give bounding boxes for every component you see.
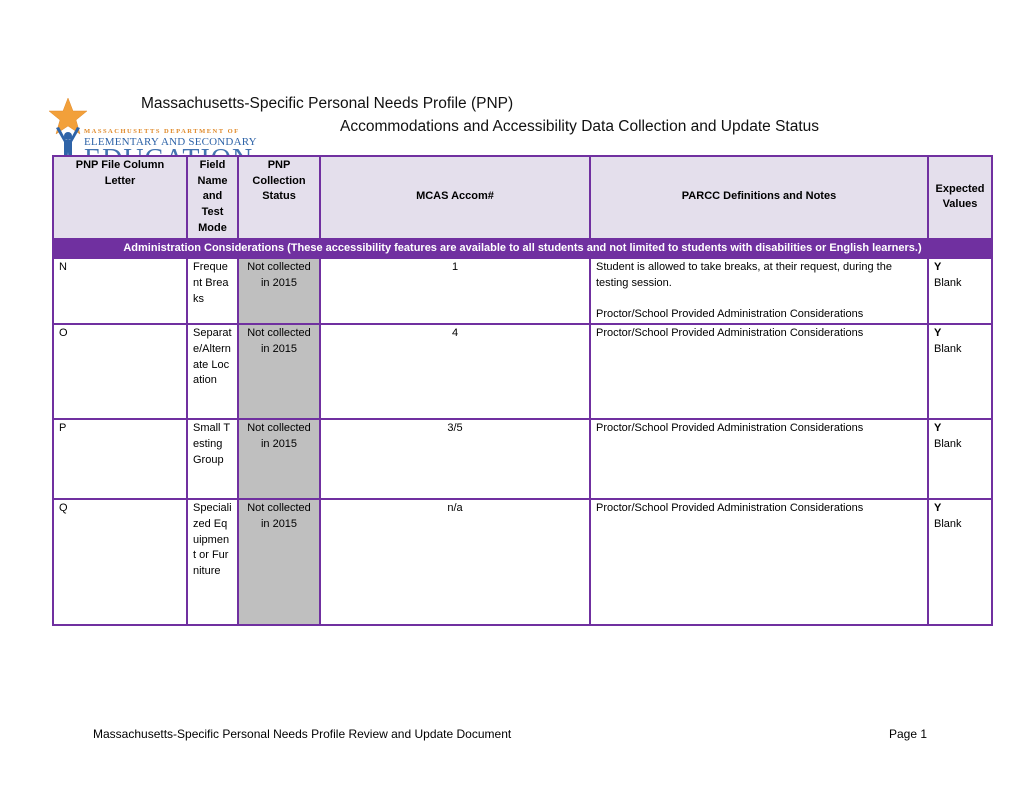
- cell-letter: O: [52, 323, 188, 421]
- cell-letter: N: [52, 257, 188, 326]
- col-header-status: PNP Collection Status: [237, 155, 321, 240]
- parcc-note: Proctor/School Provided Administration C…: [596, 307, 864, 320]
- col-header-letter: PNP File Column Letter: [52, 155, 188, 240]
- col-header-parcc: PARCC Definitions and Notes: [589, 155, 929, 240]
- document-subtitle: Accommodations and Accessibility Data Co…: [340, 118, 820, 135]
- cell-field: Specialized Equipment or Furniture: [186, 498, 239, 627]
- section-row: Administration Considerations (These acc…: [52, 237, 993, 260]
- expected-blank: Blank: [934, 343, 962, 356]
- cell-field: Separate/Alternate Location: [186, 323, 239, 421]
- cell-expected: Y Blank: [927, 257, 993, 326]
- table-row: O Separate/Alternate Location Not collec…: [52, 323, 993, 421]
- expected-y: Y: [934, 422, 942, 435]
- cell-status: Not collected in 2015: [237, 323, 321, 421]
- cell-status: Not collected in 2015: [237, 257, 321, 326]
- col-header-expected: Expected Values: [927, 155, 993, 240]
- expected-y: Y: [934, 327, 942, 340]
- section-title: Administration Considerations (These acc…: [52, 237, 993, 260]
- cell-letter: Q: [52, 498, 188, 627]
- table-row: N Frequent Breaks Not collected in 2015 …: [52, 257, 993, 326]
- cell-parcc: Proctor/School Provided Administration C…: [589, 498, 929, 627]
- cell-parcc: Student is allowed to take breaks, at th…: [589, 257, 929, 326]
- footer-document-name: Massachusetts-Specific Personal Needs Pr…: [93, 727, 512, 741]
- cell-mcas: 3/5: [319, 418, 591, 501]
- cell-field: Small Testing Group: [186, 418, 239, 501]
- cell-letter: P: [52, 418, 188, 501]
- cell-status: Not collected in 2015: [237, 418, 321, 501]
- footer-page-number: Page 1: [889, 727, 928, 741]
- cell-mcas: n/a: [319, 498, 591, 627]
- expected-blank: Blank: [934, 438, 962, 451]
- cell-parcc: Proctor/School Provided Administration C…: [589, 418, 929, 501]
- cell-parcc: Proctor/School Provided Administration C…: [589, 323, 929, 421]
- header-row: PNP File Column Letter Field Name and Te…: [52, 155, 993, 240]
- parcc-definition: Student is allowed to take breaks, at th…: [596, 261, 892, 289]
- cell-expected: Y Blank: [927, 498, 993, 627]
- pnp-table: PNP File Column Letter Field Name and Te…: [52, 155, 993, 627]
- col-header-field: Field Name and Test Mode: [186, 155, 239, 240]
- table-row: P Small Testing Group Not collected in 2…: [52, 418, 993, 501]
- cell-mcas: 4: [319, 323, 591, 421]
- expected-blank: Blank: [934, 276, 962, 289]
- cell-mcas: 1: [319, 257, 591, 326]
- expected-y: Y: [934, 261, 942, 274]
- expected-blank: Blank: [934, 518, 962, 531]
- cell-field: Frequent Breaks: [186, 257, 239, 326]
- col-header-mcas: MCAS Accom#: [319, 155, 591, 240]
- cell-status: Not collected in 2015: [237, 498, 321, 627]
- cell-expected: Y Blank: [927, 323, 993, 421]
- logo-line-1: MASSACHUSETTS DEPARTMENT OF: [84, 128, 240, 135]
- cell-expected: Y Blank: [927, 418, 993, 501]
- table-row: Q Specialized Equipment or Furniture Not…: [52, 498, 993, 627]
- expected-y: Y: [934, 502, 942, 515]
